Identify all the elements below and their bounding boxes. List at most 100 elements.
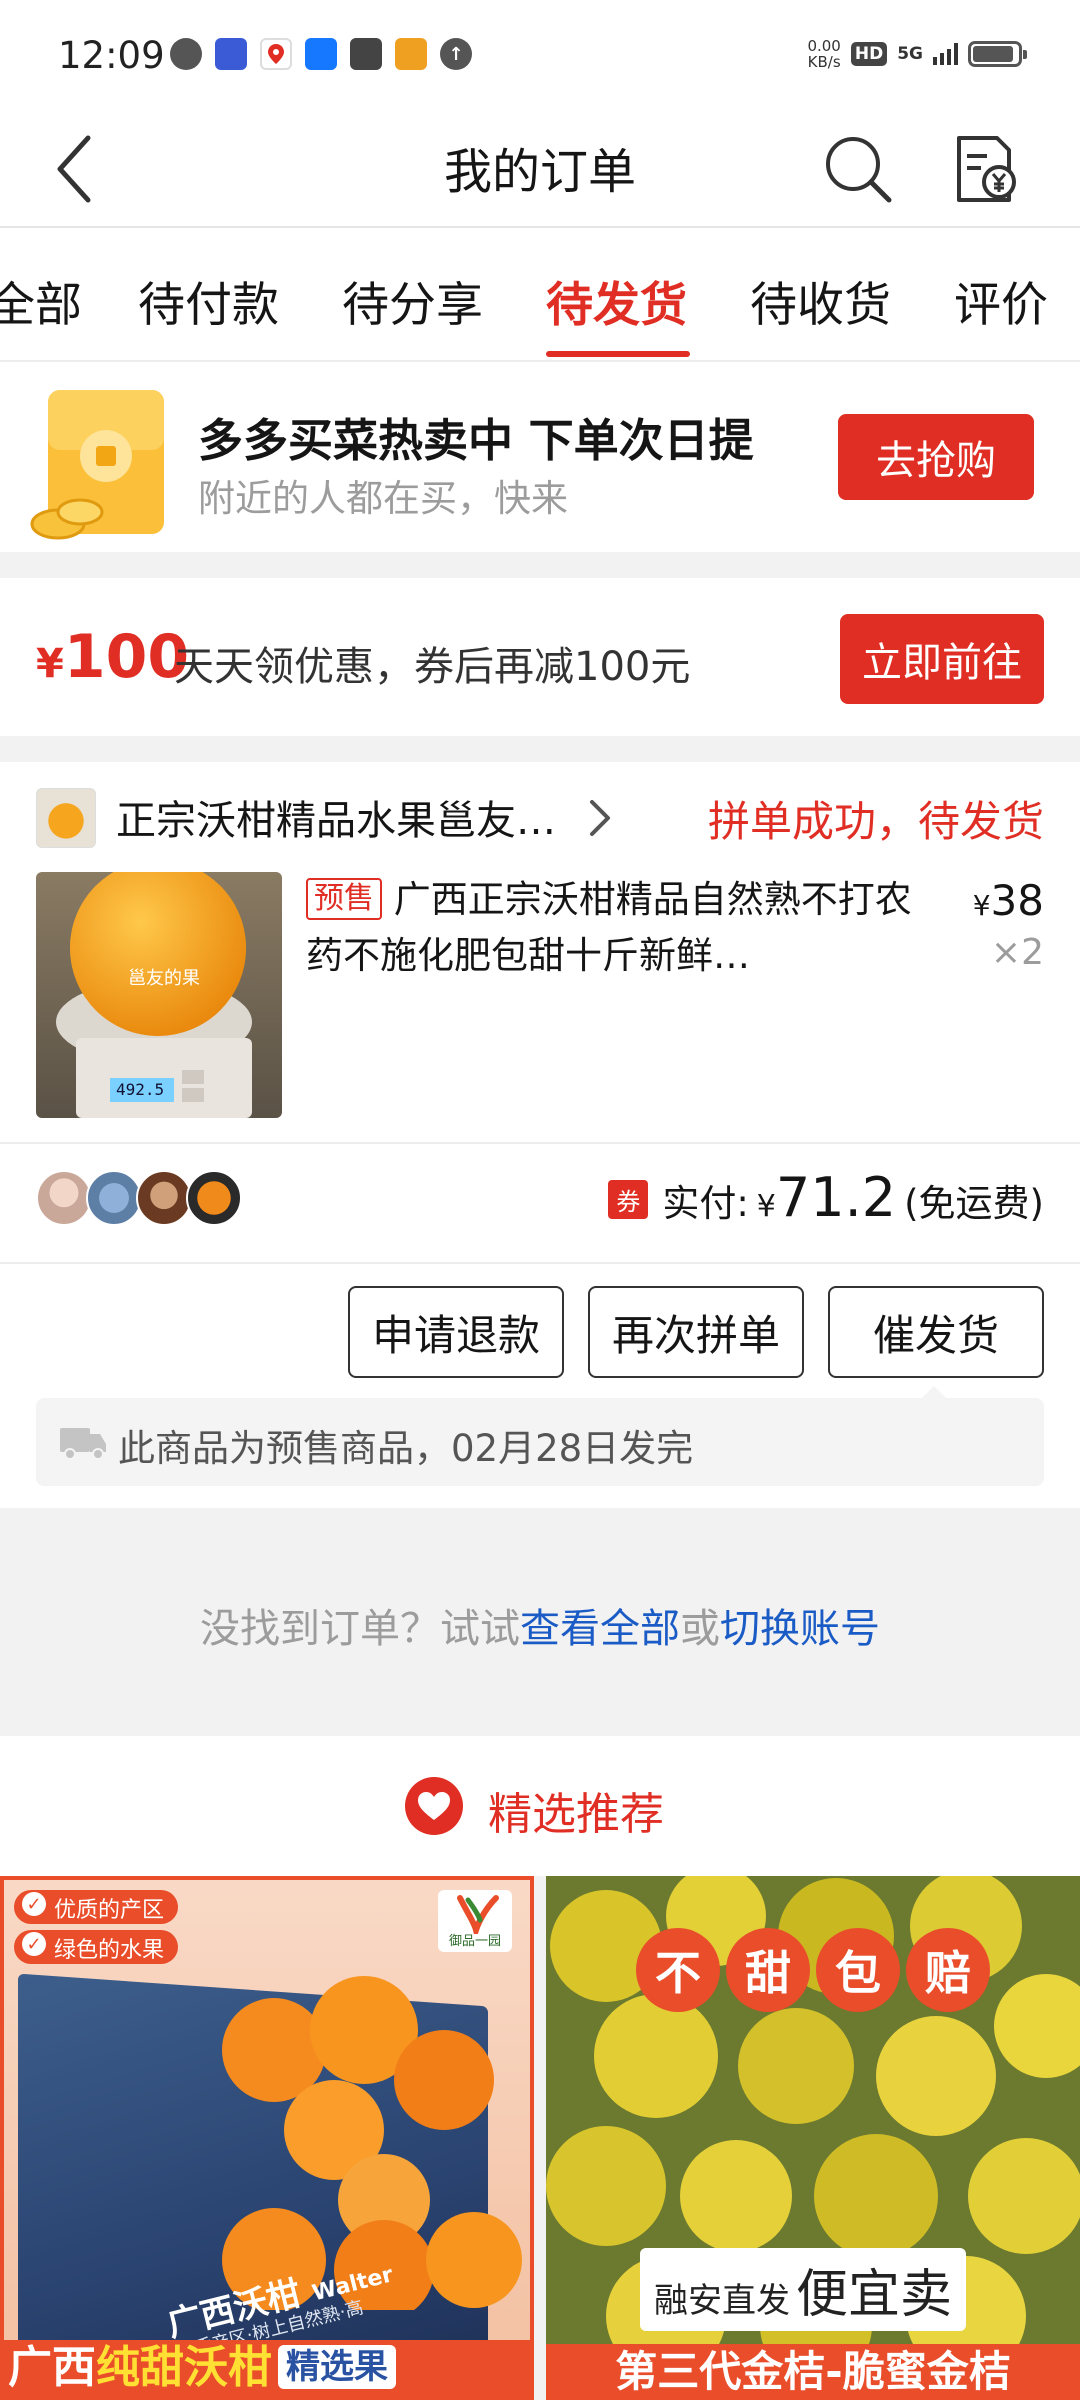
product-watermark: 邕友的果 (128, 968, 200, 989)
view-all-link[interactable]: 查看全部 (520, 1606, 680, 1652)
tab-pending-receipt[interactable]: 待收货 (750, 266, 891, 335)
nav-header: 我的订单 (0, 110, 1080, 228)
coupon-description: 天天领优惠，券后再减100元 (174, 644, 691, 690)
switch-account-link[interactable]: 切换账号 (720, 1606, 880, 1652)
avatar (136, 1170, 192, 1226)
hd-icon: HD (850, 42, 888, 66)
go-now-button[interactable]: 立即前往 (840, 614, 1044, 704)
origin-tag-big: 便宜卖 (796, 2265, 953, 2325)
shipping-note: 此商品为预售商品，02月28日发完 (36, 1398, 1044, 1486)
product-caption: 广西纯甜沃柑 精选果 (4, 2340, 530, 2396)
coupon-value: 100 (63, 622, 190, 692)
badge-circle: 包 (816, 1928, 900, 2012)
order-status: 拼单成功，待发货 (707, 797, 1044, 846)
order-card: 正宗沃柑精品水果邕友… 拼单成功，待发货 邕友的果 492.5 预售 广西正宗沃… (0, 762, 1080, 1508)
active-tab-indicator (546, 351, 690, 357)
grocery-promo-banner[interactable]: 多多买菜热卖中 下单次日提 附近的人都在买，快来 去抢购 (0, 364, 1080, 552)
recommend-card[interactable]: 不 甜 包 赔 融安直发 便宜卖 第三代金桔-脆蜜金桔 (546, 1876, 1080, 2400)
caption-tag: 精选果 (278, 2345, 396, 2389)
not-found-hint: 没找到订单？试试查看全部或切换账号 (0, 1596, 1080, 1654)
feature-pill: 绿色的水果 (14, 1930, 179, 1964)
tab-pending-shipment[interactable]: 待发货 (546, 266, 687, 335)
promo-title: 多多买菜热卖中 下单次日提 (198, 414, 754, 467)
recommend-title: 精选推荐 (488, 1789, 664, 1840)
not-found-area: 没找到订单？试试查看全部或切换账号 (0, 1508, 1080, 1736)
wifi-app-icon (395, 38, 427, 70)
badge-circle: 甜 (726, 1928, 810, 2012)
page-title: 我的订单 (443, 144, 636, 200)
grab-button[interactable]: 去抢购 (838, 414, 1034, 500)
section-divider (0, 552, 1080, 578)
mail-icon (350, 38, 382, 70)
bill-button[interactable] (946, 124, 1026, 214)
alipay-icon (305, 38, 337, 70)
not-found-prefix: 没找到订单？试试 (200, 1606, 520, 1652)
product-caption: 第三代金桔-脆蜜金桔 (546, 2344, 1080, 2400)
store-avatar[interactable] (36, 788, 96, 848)
caption-highlight: 纯甜沃柑 (96, 2342, 272, 2393)
tab-all[interactable]: 全部 (0, 266, 82, 335)
paid-currency: ¥ (756, 1189, 776, 1224)
paid-amount: 71.2 (775, 1166, 897, 1229)
network-speed: 0.00 KB/s (807, 38, 840, 70)
search-icon (826, 137, 892, 203)
system-indicators: 0.00 KB/s HD 5G (807, 38, 1027, 70)
receipt-yuan-icon (957, 136, 1016, 202)
divider (0, 1262, 1080, 1264)
status-bar: 12:09 ↑ 0.00 KB/s HD 5G (0, 0, 1080, 110)
coupon-badge: 券 (608, 1180, 649, 1219)
red-envelope-icon (30, 390, 164, 540)
payment-summary: 券 实付: ¥ 71.2 (免运费) (608, 1166, 1044, 1229)
tab-review[interactable]: 评价 (954, 266, 1048, 335)
recommend-header: 精选推荐 (0, 1736, 1080, 1876)
scale-reading: 492.5 (116, 1080, 165, 1099)
heart-icon (405, 1777, 463, 1835)
request-refund-button[interactable]: 申请退款 (348, 1286, 564, 1378)
product-title[interactable]: 预售 广西正宗沃柑精品自然熟不打农药不施化肥包甜十斤新鲜… (306, 872, 936, 984)
origin-tag-small: 融安直发 (654, 2281, 790, 2321)
network-speed-unit: KB/s (807, 53, 841, 71)
product-price: ¥38 (973, 876, 1044, 925)
product-quantity: ×2 (990, 932, 1044, 973)
group-members[interactable] (36, 1170, 242, 1226)
avatar (36, 1170, 92, 1226)
store-name[interactable]: 正宗沃柑精品水果邕友… (116, 788, 556, 846)
feature-pill: 优质的产区 (14, 1890, 179, 1924)
network-type: 5G (897, 44, 923, 64)
network-speed-value: 0.00 (807, 37, 841, 55)
caption-start: 广西 (8, 2342, 96, 2393)
section-divider (0, 736, 1080, 762)
price-currency: ¥ (972, 889, 991, 922)
signal-icon (933, 43, 958, 65)
product-name: 广西正宗沃柑精品自然熟不打农药不施化肥包甜十斤新鲜… (306, 878, 912, 977)
badge-circle: 赔 (906, 1928, 990, 2012)
search-button[interactable] (818, 124, 898, 214)
origin-tag: 融安直发 便宜卖 (640, 2248, 967, 2331)
tab-pending-payment[interactable]: 待付款 (138, 266, 279, 335)
regroup-button[interactable]: 再次拼单 (588, 1286, 804, 1378)
tab-pending-share[interactable]: 待分享 (342, 266, 483, 335)
divider (0, 1142, 1080, 1144)
recommend-card[interactable]: 优质的产区 绿色的水果 御品一园 广西沃柑 Walter 优质产区·树上自然熟·… (0, 1876, 534, 2400)
truck-icon (60, 1428, 106, 1460)
paid-label: 实付: (662, 1182, 749, 1225)
shipping-note-text: 此商品为预售商品，02月28日发完 (118, 1427, 694, 1470)
product-image[interactable]: 邕友的果 492.5 (36, 872, 282, 1118)
badge-circle: 不 (636, 1928, 720, 2012)
map-pin-icon (260, 38, 292, 70)
not-found-or: 或 (680, 1606, 720, 1652)
urge-shipment-button[interactable]: 催发货 (828, 1286, 1044, 1378)
chevron-right-icon[interactable] (584, 796, 614, 840)
avatar (86, 1170, 142, 1226)
clock: 12:09 (58, 34, 165, 77)
avatar (186, 1170, 242, 1226)
coupon-currency: ¥ (36, 641, 64, 687)
app-notification-icon (215, 38, 247, 70)
promo-subtitle: 附近的人都在买，快来 (198, 477, 568, 520)
coupon-amount: ¥100 (36, 622, 189, 692)
battery-icon (968, 41, 1027, 67)
coupon-banner[interactable]: ¥100 天天领优惠，券后再减100元 立即前往 (0, 578, 1080, 736)
upload-icon: ↑ (440, 38, 472, 70)
order-tabs: 全部 待付款 待分享 待发货 待收货 评价 (0, 230, 1080, 362)
shipping-fee-note: (免运费) (904, 1182, 1044, 1225)
